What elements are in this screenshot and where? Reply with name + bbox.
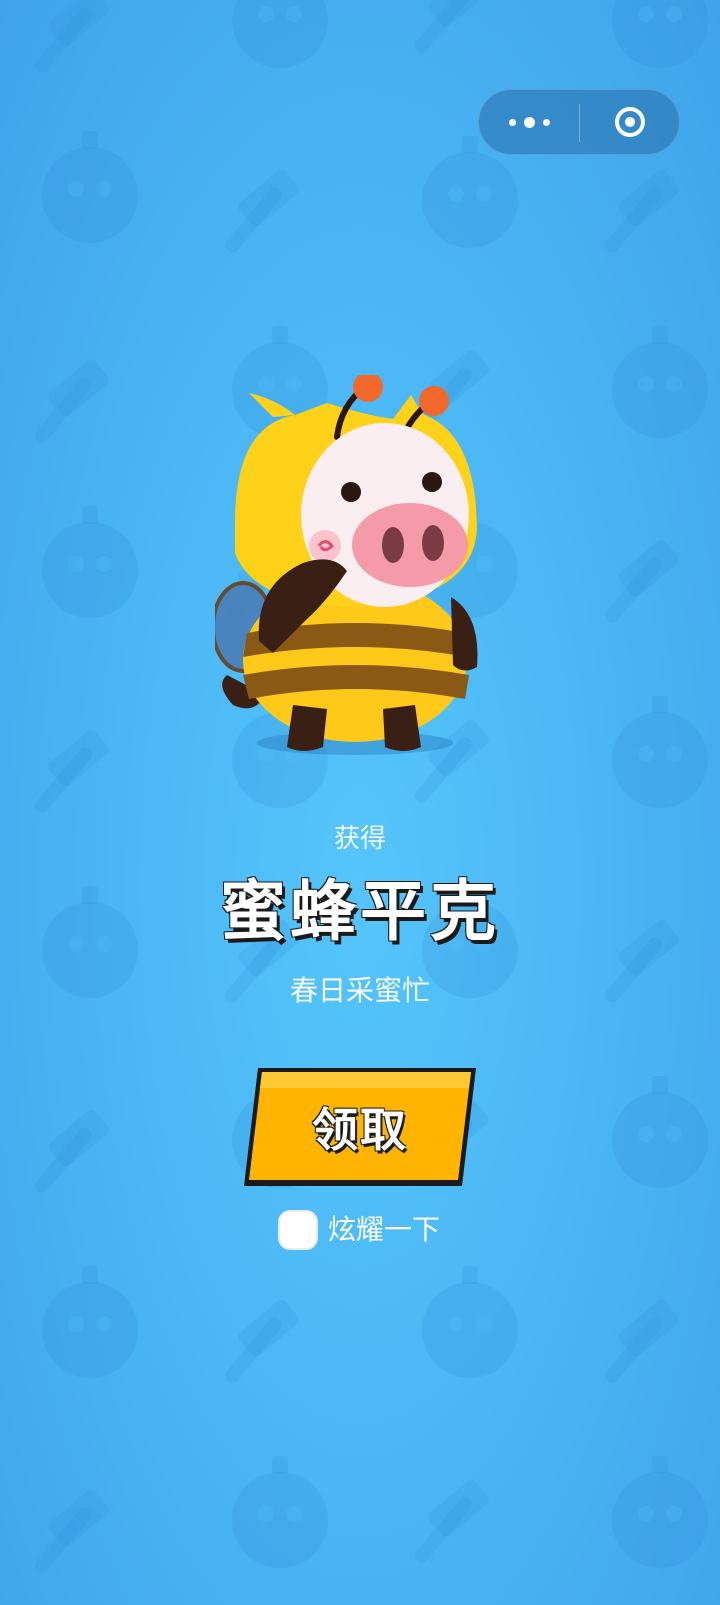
claim-button[interactable]: 领取 [242, 1066, 478, 1188]
reward-prefix-label: 获得 [333, 824, 386, 854]
capsule-menu [478, 89, 680, 155]
reward-subtitle: 春日采蜜忙 [289, 974, 430, 1007]
close-button[interactable] [580, 90, 680, 154]
bee-pig-character [215, 375, 478, 755]
more-dots-icon [508, 118, 516, 126]
show-off-option[interactable]: 炫耀一下 [278, 1209, 440, 1251]
show-off-checkbox[interactable] [278, 1210, 318, 1250]
claim-button-label: 领取 [312, 1103, 408, 1157]
close-target-icon [615, 107, 645, 137]
background-pattern [32, 0, 708, 1576]
more-button[interactable] [479, 90, 579, 154]
reward-title: 蜜蜂平克 [220, 873, 500, 950]
show-off-label: 炫耀一下 [328, 1213, 441, 1246]
